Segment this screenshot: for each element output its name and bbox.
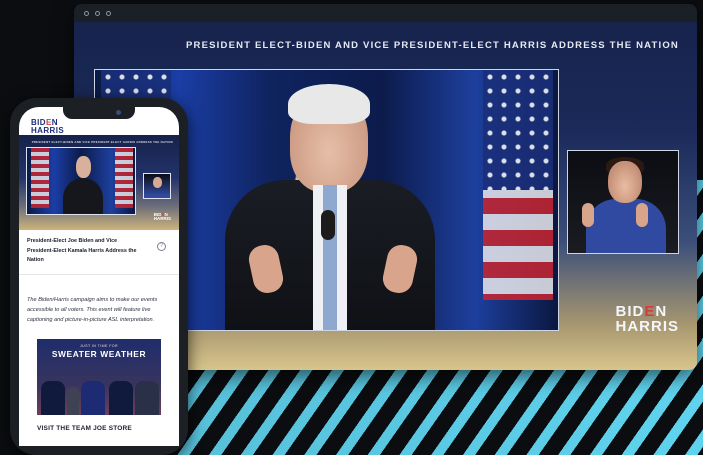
- phone-screen: BIDEN HARRIS PRESIDENT ELECT-BIDEN AND V…: [19, 107, 179, 446]
- interpreter-face: [608, 161, 642, 203]
- flag-right: [483, 70, 553, 300]
- phone-flag-left: [31, 148, 49, 208]
- interpreter-hand-right: [636, 203, 648, 227]
- phone-main-video: [26, 147, 136, 215]
- phone-notch: [63, 107, 135, 119]
- phone-asl-video: [143, 173, 171, 199]
- event-title-row: President-Elect Joe Biden and Vice Presi…: [19, 230, 179, 275]
- mobile-phone-mockup: BIDEN HARRIS PRESIDENT ELECT-BIDEN AND V…: [10, 98, 188, 455]
- sweater-image: [81, 381, 105, 416]
- promo-headline: SWEATER WEATHER: [51, 349, 147, 360]
- window-minimize-dot[interactable]: [95, 10, 100, 16]
- phone-stream-logo: BIDEN HARRIS: [153, 211, 171, 222]
- event-title: President-Elect Joe Biden and Vice Presi…: [27, 238, 137, 263]
- phone-speaker-face: [76, 156, 91, 178]
- sweater-image: [109, 381, 133, 416]
- stream-banner-title: PRESIDENT ELECT-BIDEN AND VICE PRESIDENT…: [186, 40, 679, 51]
- asl-interpreter-video[interactable]: [567, 150, 679, 254]
- interpreter-hand-left: [582, 203, 594, 227]
- store-link[interactable]: VISIT THE TEAM JOE STORE: [19, 415, 179, 432]
- phone-stream-banner: PRESIDENT ELECT-BIDEN AND VICE PRESIDENT…: [31, 140, 173, 144]
- window-close-dot[interactable]: [84, 10, 89, 16]
- speaker-shirt-tie: [313, 185, 347, 330]
- interpreter-figure: [586, 199, 666, 253]
- phone-video-stream[interactable]: PRESIDENT ELECT-BIDEN AND VICE PRESIDENT…: [19, 135, 179, 230]
- sweater-image: [135, 381, 159, 416]
- window-titlebar: [74, 4, 697, 22]
- phone-flag-right: [115, 148, 133, 208]
- phone-speaker-figure: [63, 178, 103, 214]
- help-icon[interactable]: ?: [157, 242, 166, 251]
- promo-kicker: JUST IN TIME FOR: [79, 344, 118, 349]
- phone-biden-harris-logo[interactable]: BIDEN HARRIS: [31, 119, 179, 135]
- speaker-hair: [288, 84, 370, 124]
- biden-harris-logo: BIDEN HARRIS: [615, 303, 679, 335]
- pants-image: [67, 387, 79, 416]
- accessibility-note: The Biden/Harris campaign aims to make o…: [27, 296, 158, 323]
- sweater-promo-banner[interactable]: JUST IN TIME FOR SWEATER WEATHER: [37, 339, 161, 416]
- microphone-icon: [321, 210, 335, 240]
- window-maximize-dot[interactable]: [106, 10, 111, 16]
- sweater-image: [41, 381, 65, 416]
